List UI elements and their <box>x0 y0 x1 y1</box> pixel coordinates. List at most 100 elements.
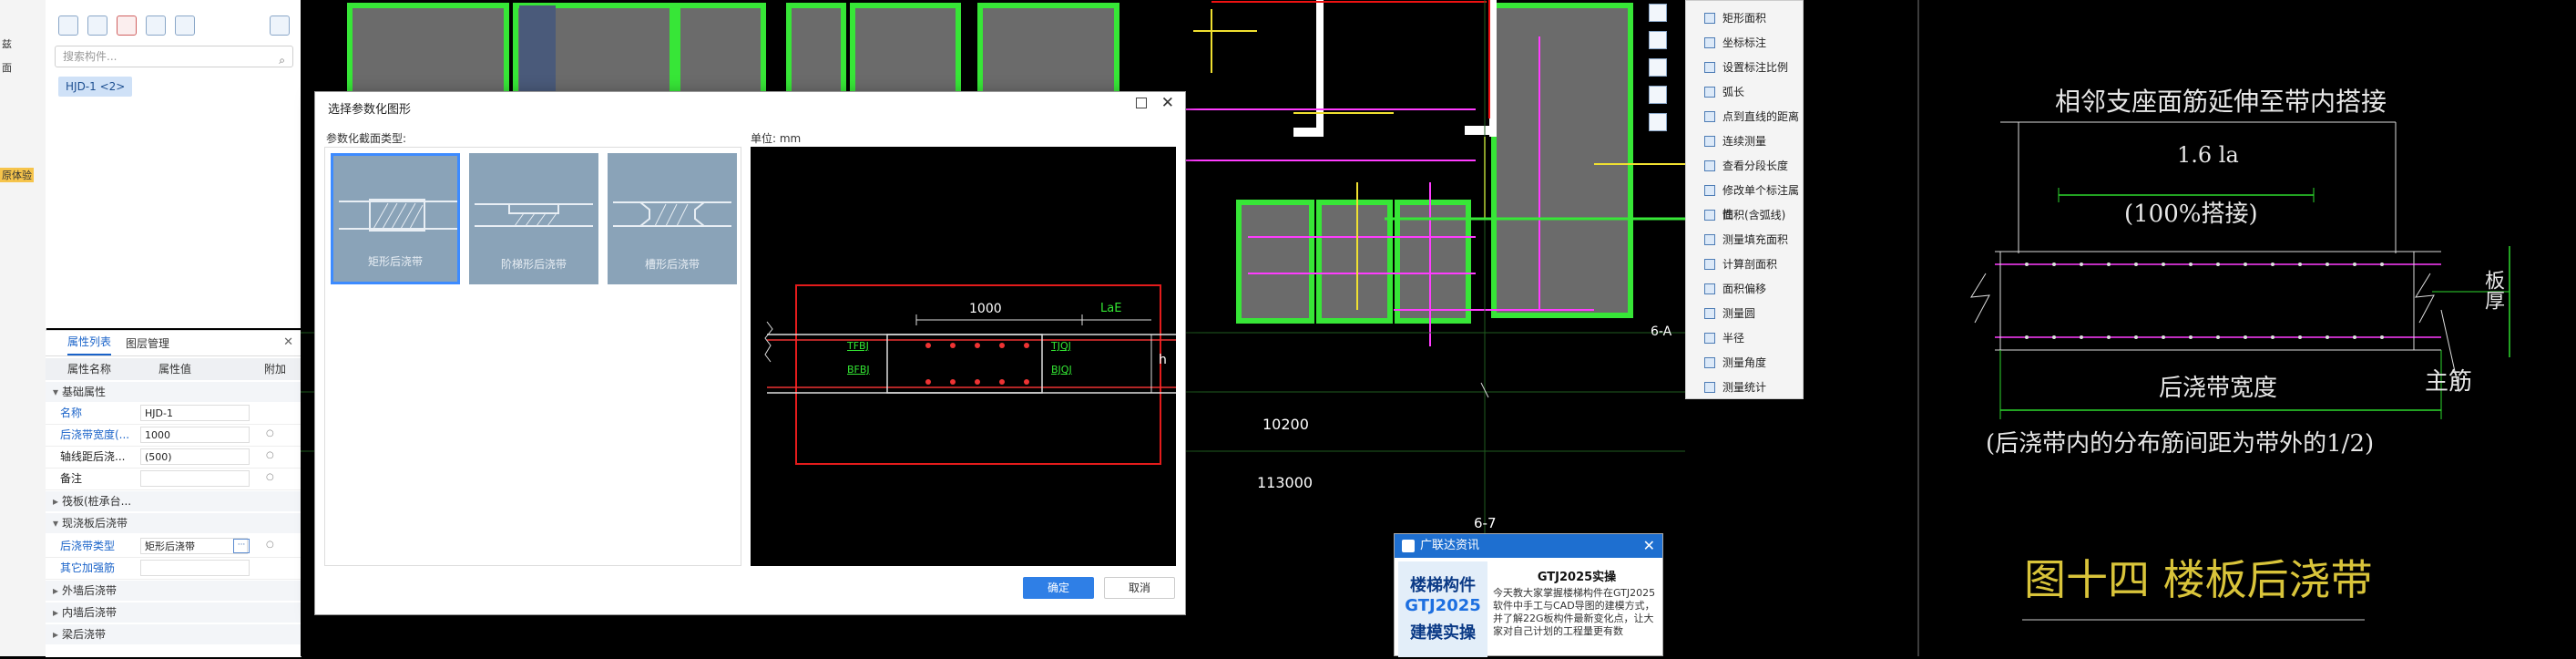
cancel-button[interactable]: 取消 <box>1104 577 1175 599</box>
chevron-right-icon: ▸ <box>52 606 59 619</box>
view-icon[interactable] <box>1649 113 1667 131</box>
tab-layer-management[interactable]: 图层管理 <box>126 335 169 355</box>
maximize-icon[interactable] <box>1136 98 1147 108</box>
rect-section-icon <box>339 199 457 232</box>
copy-component-icon[interactable] <box>87 15 107 36</box>
dialog-title: 选择参数化图形 <box>328 103 412 117</box>
tool-arc-length[interactable]: 弧长 <box>1686 80 1804 104</box>
measure-toolbar: 矩形面积 坐标标注 设置标注比例 弧长 点到直线的距离 连续测量 查看分段长度 … <box>1685 0 1804 399</box>
attach-checkbox[interactable]: ○ <box>266 540 274 550</box>
section-type-label: 参数化截面类型: <box>326 132 407 145</box>
thumb-stepped-post-pour[interactable]: 阶梯形后浇带 <box>469 153 598 284</box>
table-row: 后浇带类型 矩形后浇带 ··· ○ <box>46 535 301 558</box>
detail-drawing[interactable]: 相邻支座面筋延伸至带内搭接 1.6 la (100%搭接) 后浇带宽度 板厚 主… <box>1804 0 2576 656</box>
tool-circle[interactable]: 测量圆 <box>1686 302 1804 325</box>
edit-icon <box>1704 185 1715 196</box>
delete-component-icon[interactable] <box>117 15 137 36</box>
tool-statistics[interactable]: 测量统计 <box>1686 376 1804 399</box>
fill-area-icon <box>1704 234 1715 245</box>
search-input[interactable]: 搜索构件... ⌕ <box>55 46 293 67</box>
tool-coordinate[interactable]: 坐标标注 <box>1686 31 1804 55</box>
thumbnail-list: 矩形后浇带 阶梯形后浇带 槽形后浇带 <box>324 147 741 566</box>
dimension-label: 1000 <box>969 302 1002 316</box>
component-list-item[interactable]: HJD-1 <2> <box>58 77 133 97</box>
circle-icon <box>1704 308 1715 319</box>
tool-area-offset[interactable]: 面积偏移 <box>1686 277 1804 301</box>
group-outer-wall[interactable]: ▸ 外墙后浇带 <box>46 581 301 601</box>
property-tabs: 属性列表 图层管理 <box>46 331 301 356</box>
left-strip-item[interactable]: 面 <box>2 60 12 75</box>
news-body: 今天教大家掌握楼梯构件在GTJ2025软件中手工与CAD导图的建模方式，并了解2… <box>1493 587 1656 637</box>
tool-segment-length[interactable]: 查看分段长度 <box>1686 154 1804 178</box>
left-strip-item[interactable]: 兹 <box>2 36 12 51</box>
tool-radius[interactable]: 半径 <box>1686 326 1804 350</box>
width-label: 后浇带宽度 <box>2159 375 2278 402</box>
property-value[interactable] <box>140 470 250 487</box>
attach-checkbox[interactable]: ○ <box>266 472 274 482</box>
attach-checkbox[interactable]: ○ <box>266 450 274 460</box>
search-icon[interactable]: ⌕ <box>279 50 285 70</box>
view-icon[interactable] <box>1649 86 1667 104</box>
close-icon[interactable]: ✕ <box>1643 534 1655 558</box>
search-placeholder: 搜索构件... <box>63 50 118 63</box>
table-row: 轴线距后浇... (500) ○ <box>46 446 301 469</box>
arc-icon <box>1704 87 1715 98</box>
property-value[interactable] <box>140 560 250 576</box>
tool-edit-annotation[interactable]: 修改单个标注属性 <box>1686 179 1804 221</box>
more-options-icon[interactable] <box>270 15 290 36</box>
rebar-label: TFBJ <box>847 340 869 352</box>
view-icon[interactable] <box>1649 58 1667 77</box>
property-value[interactable]: 1000 <box>140 427 250 443</box>
news-popup: 广联达资讯 ✕ 楼梯构件 GTJ2025 建模实操 GTJ2025实操 今天教大… <box>1394 533 1663 657</box>
section-icon <box>1704 259 1715 270</box>
table-row: 后浇带宽度(... 1000 ○ <box>46 424 301 447</box>
tool-continuous[interactable]: 连续测量 <box>1686 129 1804 153</box>
close-icon[interactable]: ✕ <box>283 335 293 349</box>
filter-icon[interactable] <box>175 15 195 36</box>
tool-scale[interactable]: 设置标注比例 <box>1686 56 1804 79</box>
thickness-label: h <box>1159 353 1167 367</box>
news-title[interactable]: GTJ2025实操 <box>1493 567 1661 584</box>
table-row: 备注 ○ <box>46 468 301 490</box>
more-options-icon[interactable]: ··· <box>233 539 250 553</box>
groove-section-icon <box>613 201 731 227</box>
view-icon[interactable] <box>1649 31 1667 49</box>
tool-rect-area[interactable]: 矩形面积 <box>1686 6 1804 30</box>
property-value[interactable]: HJD-1 <box>140 405 250 421</box>
group-basic[interactable]: ▾ 基础属性 <box>46 382 301 402</box>
group-raft[interactable]: ▸ 筏板(桩承台... <box>46 491 301 511</box>
section-preview: 1000 LaE h TFBJ BFBJ TJQJ BJQJ <box>751 147 1191 566</box>
thumb-label: 阶梯形后浇带 <box>500 258 567 271</box>
attach-checkbox[interactable]: ○ <box>266 428 274 438</box>
table-row: 其它加强筋 <box>46 557 301 580</box>
view-icon[interactable] <box>1649 4 1667 22</box>
tool-angle[interactable]: 测量角度 <box>1686 351 1804 375</box>
tab-property-list[interactable]: 属性列表 <box>67 334 112 355</box>
lap-length-label: 1.6 la <box>2177 142 2239 168</box>
rebar-label: BJQJ <box>1051 364 1072 376</box>
thumb-groove-post-pour[interactable]: 槽形后浇带 <box>608 153 737 284</box>
thumb-label: 槽形后浇带 <box>644 258 700 271</box>
property-value[interactable]: 矩形后浇带 <box>140 538 248 554</box>
property-value[interactable]: (500) <box>140 448 250 465</box>
left-strip: 兹 面 原体验 <box>0 0 46 656</box>
figure-title: 图十四 楼板后浇带 <box>2024 555 2373 604</box>
header-extra: 附加 <box>264 363 287 376</box>
thumb-rect-post-pour[interactable]: 矩形后浇带 <box>331 153 460 284</box>
group-inner-wall[interactable]: ▸ 内墙后浇带 <box>46 602 301 623</box>
tool-section-area[interactable]: 计算剖面积 <box>1686 252 1804 276</box>
left-strip-badge[interactable]: 原体验 <box>0 168 34 182</box>
tool-point-line[interactable]: 点到直线的距离 <box>1686 105 1804 129</box>
tool-arc-area[interactable]: 面积(含弧线) <box>1686 203 1804 227</box>
distribution-note: (后浇带内的分布筋间距为带外的1/2) <box>1986 430 2375 458</box>
group-slab[interactable]: ▾ 现浇板后浇带 <box>46 513 301 533</box>
header-name: 属性名称 <box>67 363 112 376</box>
property-key: 其它加强筋 <box>60 561 116 574</box>
tool-fill-area[interactable]: 测量填充面积 <box>1686 228 1804 252</box>
ok-button[interactable]: 确定 <box>1023 577 1094 599</box>
new-component-icon[interactable] <box>58 15 78 36</box>
group-beam[interactable]: ▸ 梁后浇带 <box>46 624 301 644</box>
news-thumbnail[interactable]: 楼梯构件 GTJ2025 建模实操 <box>1398 561 1487 657</box>
close-icon[interactable]: ✕ <box>1161 94 1174 112</box>
layer-copy-icon[interactable] <box>146 15 166 36</box>
